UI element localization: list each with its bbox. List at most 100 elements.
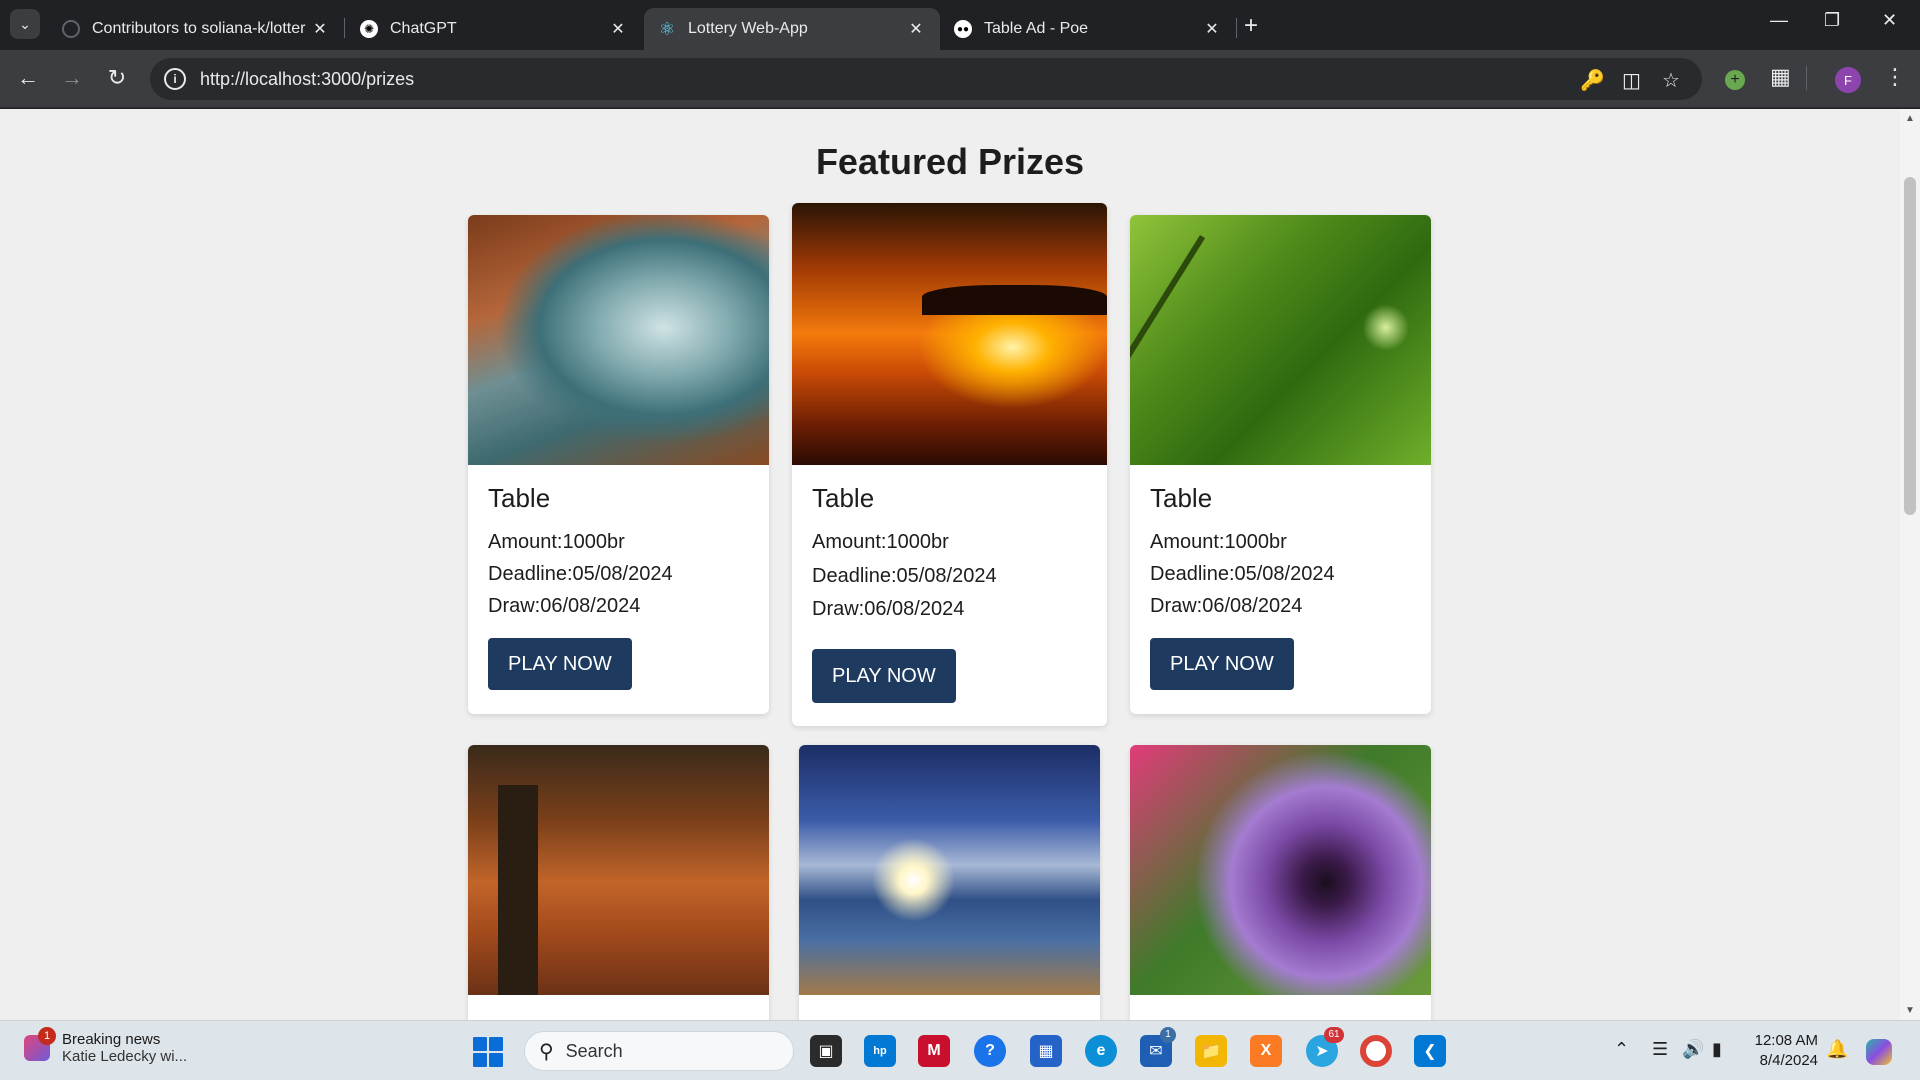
copilot-icon[interactable]: [1866, 1039, 1892, 1070]
news-badge: 1: [38, 1027, 56, 1045]
scroll-up-arrow-icon[interactable]: ▲: [1905, 113, 1915, 124]
tab-poe[interactable]: ●● Table Ad - Poe ✕: [940, 8, 1236, 50]
close-icon[interactable]: ✕: [310, 19, 330, 39]
page-viewport: Featured Prizes Table Amount:1000br Dead…: [0, 109, 1900, 1020]
react-icon: ⚛: [658, 18, 676, 39]
extension-green-icon[interactable]: +: [1725, 64, 1745, 90]
windows-taskbar: 1 Breaking news Katie Ledecky wi... ⚲ Se…: [0, 1020, 1920, 1080]
key-icon[interactable]: 🔑: [1580, 68, 1605, 93]
play-now-button[interactable]: PLAY NOW: [812, 648, 956, 703]
prize-draw: Draw:06/08/2024: [488, 595, 641, 617]
tab-title: Table Ad - Poe: [984, 20, 1089, 37]
edge-icon[interactable]: e: [1085, 1035, 1117, 1067]
volume-icon[interactable]: 🔊: [1682, 1039, 1704, 1060]
star-bookmark-icon[interactable]: ☆: [1662, 68, 1680, 93]
prize-amount: Amount:1000br: [488, 531, 625, 553]
tab-chatgpt[interactable]: ✺ ChatGPT ✕: [346, 8, 642, 50]
chevron-down-icon: ⌄: [19, 15, 31, 32]
chatgpt-icon: ✺: [360, 20, 378, 38]
wifi-icon[interactable]: ☰: [1652, 1039, 1668, 1060]
prize-image-pansy-flowers: [1130, 745, 1431, 995]
tab-title: ChatGPT: [390, 20, 457, 37]
play-now-button[interactable]: PLAY NOW: [488, 638, 632, 690]
back-arrow-icon[interactable]: ←: [14, 65, 42, 91]
island-silhouette: [922, 285, 1107, 315]
address-bar[interactable]: i http://localhost:3000/prizes 🔑 ◫ ☆: [150, 58, 1702, 100]
prize-draw: Draw:06/08/2024: [1150, 595, 1303, 617]
prize-image-autumn-trees: [468, 745, 769, 995]
chevron-up-icon[interactable]: ⌃: [1614, 1039, 1629, 1060]
vscode-icon[interactable]: ❮: [1414, 1035, 1446, 1067]
tab-separator: [344, 18, 345, 38]
restore-icon[interactable]: ❐: [1824, 10, 1840, 31]
prize-amount: Amount:1000br: [812, 531, 949, 553]
close-icon[interactable]: ✕: [1202, 19, 1222, 39]
store-icon[interactable]: ▦: [1030, 1035, 1062, 1067]
help-icon[interactable]: ?: [974, 1035, 1006, 1067]
prize-deadline: Deadline:05/08/2024: [488, 563, 673, 585]
chrome-icon[interactable]: [1360, 1035, 1392, 1067]
close-window-icon[interactable]: ✕: [1882, 10, 1897, 31]
tab-github[interactable]: Contributors to soliana-k/lotter ✕: [48, 8, 344, 50]
telegram-badge: 61: [1324, 1027, 1344, 1043]
myhp-icon[interactable]: hp: [864, 1035, 896, 1067]
clock[interactable]: 12:08 AM 8/4/2024: [1748, 1031, 1818, 1071]
battery-icon[interactable]: ▮: [1712, 1039, 1722, 1060]
clock-date: 8/4/2024: [1759, 1052, 1818, 1069]
reload-icon[interactable]: ↻: [103, 65, 131, 91]
tab-title: Lottery Web-App: [688, 20, 808, 37]
search-label: Search: [565, 1040, 623, 1061]
new-tab-button[interactable]: +: [1244, 12, 1258, 40]
prize-name: Table: [1150, 483, 1213, 513]
browser-toolbar: ← → ↻ i http://localhost:3000/prizes 🔑 ◫…: [0, 50, 1920, 108]
prize-card: [799, 745, 1100, 1020]
prize-card: [1130, 745, 1431, 1020]
scrollbar-thumb[interactable]: [1904, 177, 1916, 515]
close-icon[interactable]: ✕: [906, 19, 926, 39]
github-icon: [62, 20, 80, 38]
taskbar-search[interactable]: ⚲ Search: [524, 1031, 794, 1071]
minimize-icon[interactable]: —: [1770, 10, 1788, 31]
forward-arrow-icon[interactable]: →: [58, 65, 86, 91]
prize-amount: Amount:1000br: [1150, 531, 1287, 553]
site-info-icon[interactable]: i: [164, 68, 186, 90]
search-icon: ⚲: [539, 1040, 554, 1063]
prize-image-rocky-coast: [468, 215, 769, 465]
prize-card: Table Amount:1000br Deadline:05/08/2024 …: [1130, 215, 1431, 714]
profile-avatar[interactable]: F: [1835, 67, 1861, 93]
prize-draw: Draw:06/08/2024: [812, 598, 965, 620]
news-widget-icon: 1: [24, 1027, 56, 1061]
scroll-down-arrow-icon[interactable]: ▼: [1905, 1005, 1915, 1016]
prize-card: Table Amount:1000br Deadline:05/08/2024 …: [792, 203, 1107, 726]
tab-lottery-web-app[interactable]: ⚛ Lottery Web-App ✕: [644, 8, 940, 50]
tab-title: Contributors to soliana-k/lotter: [92, 20, 306, 37]
page-scrollbar[interactable]: ▲ ▼: [1900, 109, 1920, 1020]
tab-separator: [1236, 18, 1237, 38]
mcafee-icon[interactable]: M: [918, 1035, 950, 1067]
more-menu-icon[interactable]: ⋮: [1884, 64, 1906, 90]
tree-trunk: [498, 785, 538, 995]
task-view-icon[interactable]: ▣: [810, 1035, 842, 1067]
extensions-puzzle-icon[interactable]: ▦: [1770, 64, 1791, 90]
xampp-icon[interactable]: X: [1250, 1035, 1282, 1067]
install-app-icon[interactable]: ◫: [1622, 68, 1641, 93]
prize-deadline: Deadline:05/08/2024: [812, 564, 997, 587]
news-subtitle: Katie Ledecky wi...: [62, 1048, 188, 1065]
prize-image-tropical-sky: [799, 745, 1100, 995]
news-widget[interactable]: 1 Breaking news Katie Ledecky wi...: [24, 1027, 188, 1065]
prize-card: Table Amount:1000br Deadline:05/08/2024 …: [468, 215, 769, 714]
tab-search-button[interactable]: ⌄: [10, 9, 40, 39]
page-title: Featured Prizes: [815, 141, 1085, 182]
prize-deadline: Deadline:05/08/2024: [1150, 563, 1335, 585]
play-now-button[interactable]: PLAY NOW: [1150, 638, 1294, 690]
notification-bell-icon[interactable]: 🔔: [1826, 1039, 1848, 1060]
url-text[interactable]: http://localhost:3000/prizes: [200, 69, 414, 90]
prize-name: Table: [812, 483, 875, 513]
news-title: Breaking news: [62, 1031, 161, 1048]
clock-time: 12:08 AM: [1754, 1032, 1818, 1049]
close-icon[interactable]: ✕: [608, 19, 628, 39]
grass-blade: [1130, 235, 1206, 459]
prize-image-orange-sunset: [792, 203, 1107, 465]
start-windows-icon[interactable]: [473, 1037, 503, 1067]
file-explorer-icon[interactable]: 📁: [1195, 1035, 1227, 1067]
